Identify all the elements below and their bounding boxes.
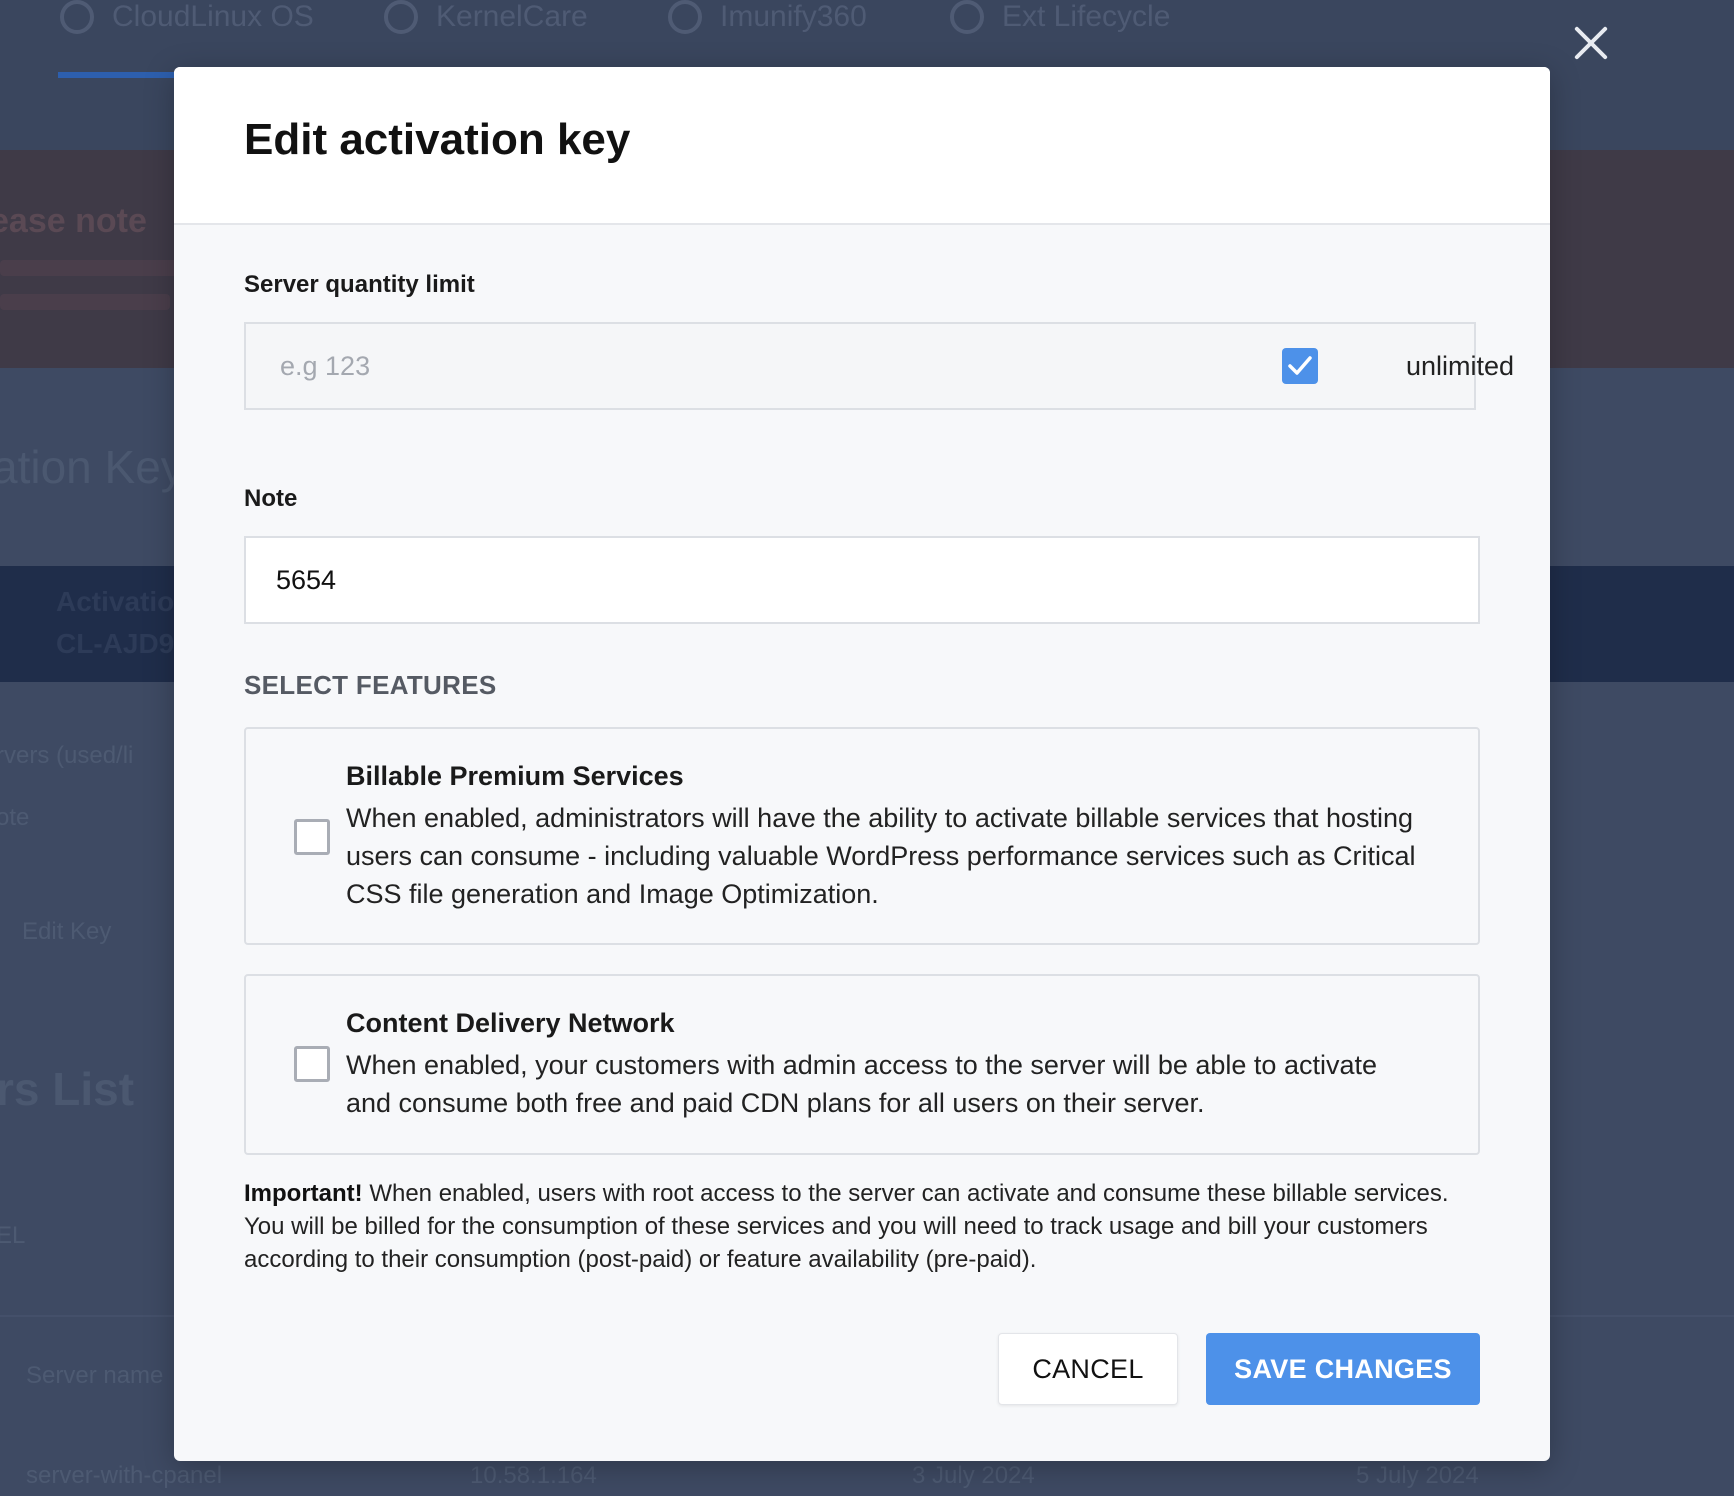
save-changes-button[interactable]: SAVE CHANGES [1206, 1333, 1480, 1405]
billable-premium-checkbox[interactable] [294, 819, 330, 855]
tab-label: Ext Lifecycle [1002, 0, 1171, 33]
notice-title: ease note [0, 202, 147, 240]
important-label: Important! [244, 1180, 363, 1207]
note-label: ote [0, 804, 30, 831]
server-quantity-label: Server quantity limit [244, 271, 475, 298]
feature-card-billable[interactable]: Billable Premium Services When enabled, … [244, 727, 1480, 945]
unlimited-label: unlimited [1406, 350, 1515, 381]
key-value: CL-AJD9 [56, 628, 175, 659]
important-text: When enabled, users with root access to … [244, 1180, 1449, 1273]
feature-description: When enabled, your customers with admin … [346, 1050, 1377, 1118]
servers-list-heading: rs List [0, 1063, 135, 1115]
important-notice: Important! When enabled, users with root… [244, 1177, 1484, 1276]
servers-used-label: rvers (used/li [0, 742, 134, 769]
section-heading: ation Key [0, 441, 184, 493]
notice-text-line [0, 260, 180, 276]
tab-label: Imunify360 [720, 0, 867, 33]
tab-kernelcare: KernelCare [384, 0, 588, 34]
tab-imunify: Imunify360 [668, 0, 867, 34]
tab-label: KernelCare [436, 0, 588, 33]
edit-activation-key-modal: Edit activation key Server quantity limi… [174, 67, 1550, 1461]
column-header-server-name: Server name [26, 1362, 164, 1389]
active-tab-indicator [58, 72, 174, 78]
cdn-checkbox[interactable] [294, 1046, 330, 1082]
close-icon[interactable] [1572, 24, 1610, 62]
feature-title: Billable Premium Services [346, 761, 684, 791]
filter-dropdown: EL [0, 1222, 26, 1249]
server-quantity-field: unlimited [244, 322, 1514, 410]
server-quantity-input[interactable] [246, 324, 1146, 408]
modal-title: Edit activation key [244, 115, 631, 164]
kernelcare-icon [384, 0, 418, 34]
feature-description: When enabled, administrators will have t… [346, 803, 1416, 909]
table-cell-server: server-with-cpanel [26, 1462, 223, 1489]
key-label: Activatio [56, 586, 175, 617]
table-cell-updated: 5 July 2024 [1356, 1462, 1479, 1489]
feature-title: Content Delivery Network [346, 1008, 675, 1038]
tab-cloudlinux: CloudLinux OS [60, 0, 314, 34]
feature-card-cdn[interactable]: Content Delivery Network When enabled, y… [244, 974, 1480, 1155]
cloudlinux-icon [60, 0, 94, 34]
edit-key-link: Edit Key [22, 918, 112, 945]
table-cell-ip: 10.58.1.164 [470, 1462, 597, 1489]
note-label: Note [244, 485, 298, 512]
check-icon [1288, 356, 1312, 375]
table-cell-created: 3 July 2024 [912, 1462, 1035, 1489]
notice-text-line [0, 294, 170, 310]
imunify-icon [668, 0, 702, 34]
unlimited-checkbox[interactable] [1282, 348, 1318, 384]
note-input[interactable] [244, 536, 1480, 624]
tab-label: CloudLinux OS [112, 0, 314, 33]
select-features-title: SELECT FEATURES [244, 670, 497, 700]
lifecycle-icon [950, 0, 984, 34]
modal-header: Edit activation key [174, 67, 1550, 225]
tab-ext-lifecycle: Ext Lifecycle [950, 0, 1170, 34]
cancel-button[interactable]: CANCEL [998, 1333, 1178, 1405]
